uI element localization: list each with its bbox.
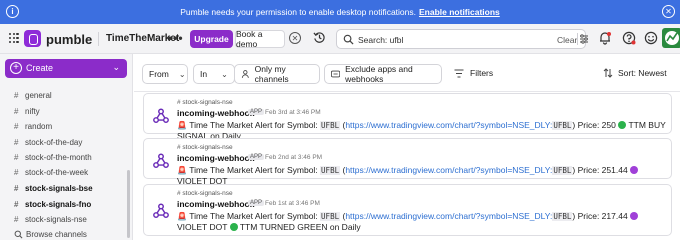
plus-icon: + [10,62,22,74]
in-dropdown[interactable]: In ⌄ [193,64,235,84]
divider [98,32,99,46]
webhook-icon [153,108,169,124]
symbol-code: UFBL [320,212,341,221]
message-time[interactable]: Feb 3rd at 3:46 PM [265,109,321,116]
app-badge: APP [248,109,265,115]
sidebar-item-stock-signals-nse[interactable]: # stock-signals-nse [14,215,87,224]
notification-message: Pumble needs your permission to enable d… [180,7,416,17]
sidebar-item-general[interactable]: # general [14,91,52,100]
violet-dot-icon [630,212,639,220]
book-demo-button[interactable]: Book a demo [235,29,285,49]
more-icon[interactable]: ••• [168,31,184,45]
hash-icon: # [14,200,19,209]
pumble-logo-icon [24,30,41,47]
search-icon [14,230,23,239]
app-badge: APP [248,200,265,206]
symbol-code: UFBL [320,166,341,175]
green-dot-icon [229,223,238,231]
apps-grid-icon[interactable] [9,33,19,43]
message-channel[interactable]: # stock-signals-nse [177,99,233,106]
hash-icon: # [14,107,19,116]
search-query: Search: ufbl [358,35,404,45]
search-input[interactable]: Search: ufbl Clear [336,29,589,49]
only-my-channels-toggle[interactable]: Only my channels [234,64,320,84]
hash-icon: # [14,184,19,193]
hash-icon: # [14,215,19,224]
app-badge: APP [248,154,265,160]
create-label: Create [26,63,54,73]
webhook-icon [153,153,169,169]
message-channel[interactable]: # stock-signals-nse [177,144,233,151]
sort-icon [603,68,613,78]
chevron-down-icon: ⌄ [178,69,186,79]
message-card[interactable]: # stock-signals-nse incoming-webhook APP… [143,93,672,141]
hash-icon: # [14,138,19,147]
filters-button[interactable]: Filters [454,68,493,78]
from-dropdown[interactable]: From ⌄ [142,64,188,84]
message-channel[interactable]: # stock-signals-nse [177,190,233,197]
message-author[interactable]: incoming-webhook [177,108,254,118]
sidebar-item-stock-of-the-week[interactable]: # stock-of-the-week [14,168,88,177]
sidebar-item-stock-signals-fno[interactable]: # stock-signals-fno [14,200,91,209]
green-dot-icon [618,121,627,129]
enable-notifications-link[interactable]: Enable notifications [419,7,500,17]
message-author[interactable]: incoming-webhook [177,153,254,163]
dismiss-icon[interactable]: ✕ [289,32,301,44]
hash-icon: # [14,91,19,100]
exclude-webhooks-toggle[interactable]: Exclude apps and webhooks [324,64,442,84]
avatar[interactable] [662,28,680,48]
create-button[interactable]: + Create ⌄ [5,59,127,78]
upgrade-button[interactable]: Upgrade [190,30,233,48]
message-time[interactable]: Feb 1st at 3:46 PM [265,200,320,207]
chart-link[interactable]: https://www.tradingview.com/chart/?symbo… [345,165,573,175]
message-card[interactable]: # stock-signals-nse incoming-webhook APP… [143,184,672,236]
alarm-icon: 🚨 [177,212,187,221]
avatar-icon [665,31,679,45]
close-icon[interactable]: ✕ [662,5,675,18]
sidebar-item-random[interactable]: # random [14,122,52,131]
user-icon [241,70,249,78]
smile-icon[interactable] [644,31,658,45]
top-bar: pumble TimeTheMarket ••• Upgrade Book a … [0,24,680,54]
chevron-down-icon: ⌄ [112,62,120,72]
violet-dot-icon [630,166,639,174]
webhook-icon [153,203,169,219]
search-icon [343,34,354,45]
search-options-icon[interactable] [579,33,589,45]
browse-channels-link[interactable]: Browse channels [14,230,87,239]
message-body: 🚨 Time The Market Alert for Symbol: UFBL… [177,211,667,233]
sidebar-item-stock-of-the-day[interactable]: # stock-of-the-day [14,138,82,147]
alarm-icon: 🚨 [177,166,187,175]
history-icon[interactable] [313,31,326,44]
hash-icon: # [14,168,19,177]
sidebar-item-stock-of-the-month[interactable]: # stock-of-the-month [14,153,92,162]
message-time[interactable]: Feb 2nd at 3:46 PM [265,154,322,161]
chevron-down-icon: ⌄ [221,69,228,79]
symbol-code: UFBL [320,121,341,130]
sidebar-scrollbar[interactable] [127,170,130,238]
sort-button[interactable]: Sort: Newest [603,68,667,78]
message-author[interactable]: incoming-webhook [177,199,254,209]
logo-text: pumble [46,32,93,47]
bell-icon[interactable] [598,31,612,45]
filter-icon [454,68,464,78]
sidebar-item-nifty[interactable]: # nifty [14,107,40,116]
help-icon[interactable] [622,31,636,45]
sidebar: + Create ⌄ # general # nifty # random # stoc… [0,54,133,240]
chart-link[interactable]: https://www.tradingview.com/chart/?symbo… [345,120,573,130]
search-filter-toolbar: From ⌄ In ⌄ Only my channels Exclude apps … [134,54,680,92]
message-card[interactable]: # stock-signals-nse incoming-webhook APP… [143,138,672,186]
hash-icon: # [14,153,19,162]
chart-link[interactable]: https://www.tradingview.com/chart/?symbo… [345,211,573,221]
clear-search-button[interactable]: Clear [557,35,577,45]
sidebar-item-stock-signals-bse[interactable]: # stock-signals-bse [14,184,93,193]
hash-icon: # [14,122,19,131]
info-icon: i [6,5,19,18]
notification-bar: i Pumble needs your permission to enable… [0,0,680,24]
alarm-icon: 🚨 [177,121,187,130]
apps-icon [331,70,341,78]
